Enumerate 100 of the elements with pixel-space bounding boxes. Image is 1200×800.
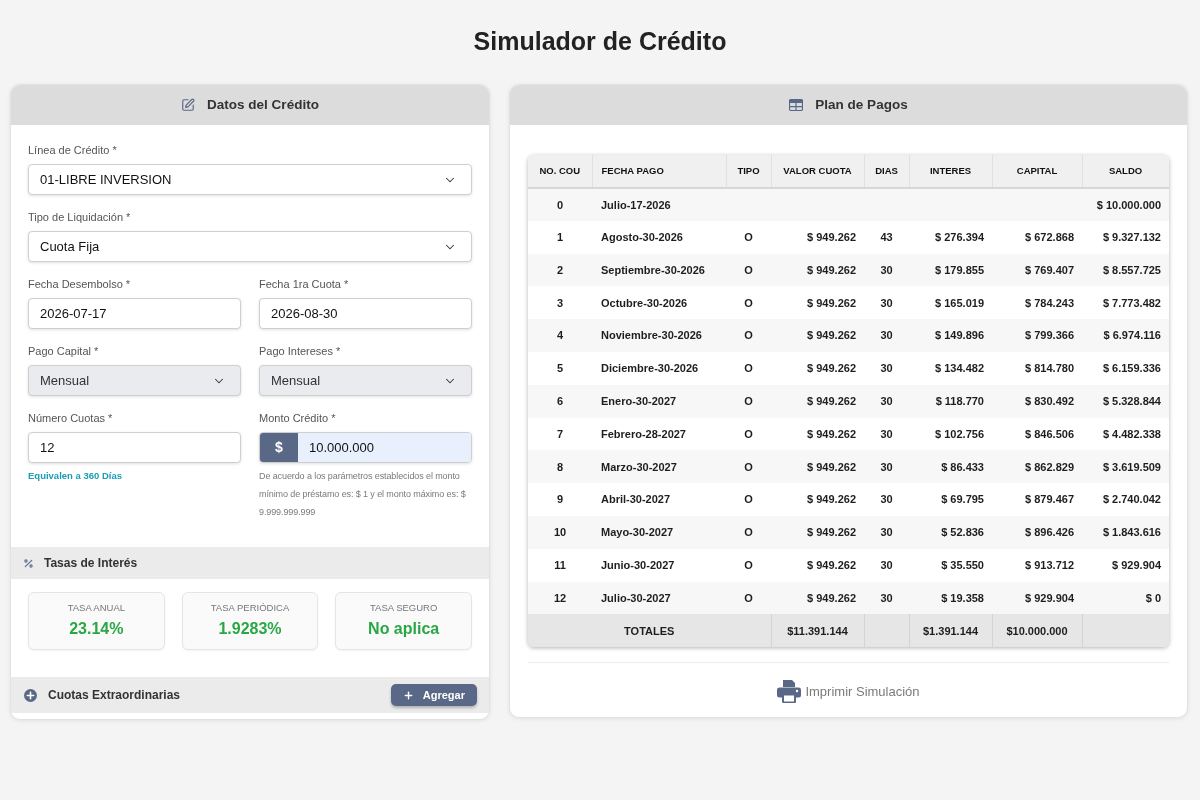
date-field[interactable]: 2026-07-17 — [28, 298, 241, 329]
field-label: Tipo de Liquidación * — [28, 210, 132, 224]
table-cell: O — [744, 296, 753, 309]
table-cell: $ 862.829 — [1025, 460, 1074, 473]
select-field[interactable]: Cuota Fija — [28, 231, 472, 262]
plus-circle-icon — [24, 688, 37, 702]
totals-label: TOTALES — [624, 624, 675, 637]
table-cell: O — [744, 329, 753, 342]
table-cell: $ 949.262 — [807, 558, 856, 571]
table-cell: Octubre-30-2026 — [601, 296, 688, 309]
table-cell: $ 1.843.616 — [1102, 526, 1161, 539]
table-cell: 30 — [880, 296, 893, 309]
table-cell: $ 846.506 — [1025, 427, 1074, 440]
table-cell: 5 — [556, 362, 564, 375]
totals-cell: $10.000.000 — [1006, 624, 1068, 637]
table-cell: $ 19.358 — [941, 591, 984, 604]
column-header: SALDO — [1082, 155, 1169, 188]
table-cell: Marzo-30-2027 — [601, 460, 677, 473]
table-cell: Abril-30-2027 — [601, 493, 671, 506]
table-cell: 8 — [556, 460, 564, 473]
table-cell: 30 — [880, 493, 893, 506]
table-cell: $ 179.855 — [935, 263, 984, 276]
panel-title: Datos del Crédito — [207, 95, 319, 114]
table-cell: $ 0 — [1145, 591, 1161, 604]
table-cell: Julio-17-2026 — [601, 198, 671, 211]
table-cell: $ 134.482 — [935, 362, 984, 375]
table-cell: $ 913.712 — [1025, 558, 1074, 571]
table-cell: 30 — [880, 362, 893, 375]
column-header: INTERES — [909, 155, 992, 188]
rate-label: TASA PERIÓDICA — [210, 600, 290, 615]
add-button[interactable]: Agregar — [390, 684, 477, 706]
table-cell: $ 799.366 — [1025, 329, 1074, 342]
percent-icon — [23, 557, 34, 569]
table-cell: 30 — [880, 558, 893, 571]
table-cell: 30 — [880, 329, 893, 342]
table-cell: $ 929.904 — [1112, 558, 1161, 571]
table-cell: $ 35.550 — [941, 558, 984, 571]
table-icon — [789, 99, 804, 111]
table-cell: Julio-30-2027 — [601, 591, 671, 604]
table-cell: $ 6.159.336 — [1102, 362, 1161, 375]
table-cell: 12 — [553, 591, 567, 604]
table-cell: $ 949.262 — [807, 230, 856, 243]
table-cell: 9 — [556, 493, 564, 506]
table-cell: Agosto-30-2026 — [601, 230, 683, 243]
date-field[interactable]: 2026-08-30 — [259, 298, 472, 329]
table-cell: O — [744, 427, 753, 440]
table-cell: O — [744, 230, 753, 243]
print-button[interactable]: Imprimir Simulación — [777, 677, 920, 706]
table-cell: 30 — [880, 394, 893, 407]
table-cell: $ 5.328.844 — [1102, 394, 1161, 407]
number-field[interactable]: 12 — [28, 432, 241, 463]
field-label: Pago Intereses * — [259, 344, 342, 358]
table-cell: 1 — [556, 230, 564, 243]
totals-cell: $1.391.144 — [922, 624, 979, 637]
field-label: Fecha 1ra Cuota * — [259, 277, 350, 291]
page-title: Simulador de Crédito — [472, 26, 728, 56]
table-cell: $ 149.896 — [935, 329, 984, 342]
field-label: Número Cuotas * — [28, 411, 114, 425]
printer-icon — [777, 679, 802, 703]
table-cell: 2 — [556, 263, 564, 276]
table-cell: $ 2.740.042 — [1102, 493, 1161, 506]
table-cell: $ 949.262 — [807, 427, 856, 440]
table-cell: O — [744, 394, 753, 407]
table-cell: 10 — [553, 526, 567, 539]
table-cell: $ 86.433 — [941, 460, 984, 473]
table-cell: $ 276.394 — [935, 230, 984, 243]
table-cell: 6 — [556, 394, 564, 407]
table-cell: $ 52.836 — [941, 526, 984, 539]
table-cell: $ 949.262 — [807, 493, 856, 506]
table-cell: $ 830.492 — [1025, 394, 1074, 407]
table-cell: Diciembre-30-2026 — [601, 362, 699, 375]
table-cell: $ 949.262 — [807, 329, 856, 342]
field-label: Pago Capital * — [28, 344, 100, 358]
field-hint: Equivalen a 360 Días — [28, 469, 123, 483]
table-cell: $ 102.756 — [935, 427, 984, 440]
rate-value: 1.9283% — [218, 619, 282, 640]
table-cell: $ 69.795 — [941, 493, 984, 506]
table-cell: 3 — [556, 296, 564, 309]
table-cell: $ 949.262 — [807, 263, 856, 276]
table-cell: 7 — [556, 427, 564, 440]
table-cell: O — [744, 460, 753, 473]
table-cell: Enero-30-2027 — [601, 394, 677, 407]
table-cell: $ 8.557.725 — [1102, 263, 1161, 276]
table-cell: $ 3.619.509 — [1102, 460, 1161, 473]
table-cell: $ 949.262 — [807, 591, 856, 604]
column-header: CAPITAL — [992, 155, 1082, 188]
panel-title: Plan de Pagos — [815, 95, 908, 114]
plus-icon — [402, 689, 414, 701]
rate-value: No aplica — [368, 619, 440, 640]
table-cell: $ 4.482.338 — [1102, 427, 1161, 440]
edit-icon — [181, 98, 196, 112]
table-cell: $ 6.974.116 — [1103, 329, 1161, 342]
rate-value: 23.14% — [69, 619, 124, 640]
table-cell: $ 7.773.482 — [1102, 296, 1161, 309]
select-field[interactable]: 01-LIBRE INVERSION — [28, 164, 472, 195]
column-header: TIPO — [726, 155, 771, 188]
table-cell: 0 — [556, 198, 564, 211]
table-cell: 30 — [880, 460, 893, 473]
table-cell: 30 — [880, 263, 893, 276]
table-cell: $ 896.426 — [1025, 526, 1074, 539]
